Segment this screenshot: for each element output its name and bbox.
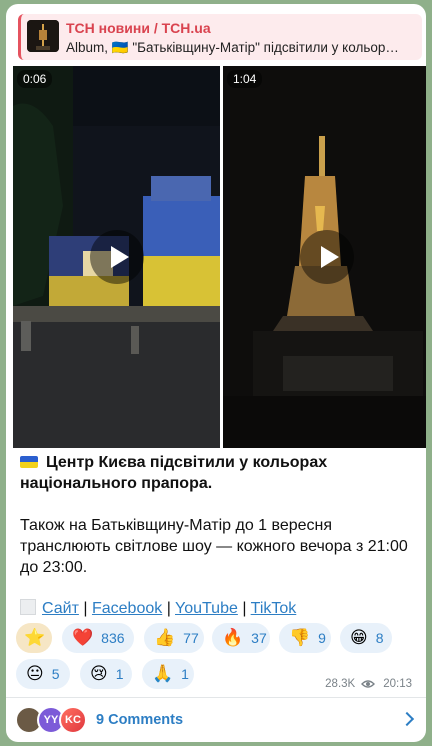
comments-button[interactable]: YY KC 9 Comments <box>6 698 426 742</box>
link-site[interactable]: Сайт <box>42 600 79 617</box>
reaction-count: 1 <box>181 666 189 682</box>
link-tiktok[interactable]: TikTok <box>251 600 297 617</box>
reaction-neutral[interactable]: 😐 5 <box>16 659 70 689</box>
reply-preview-text: Album, 🇺🇦 "Батьківщину-Матір" підсвітили… <box>66 40 399 55</box>
forwarded-reply-header[interactable]: ТСН новини / TCH.ua Album, 🇺🇦 "Батьківщи… <box>18 14 422 60</box>
reaction-grin[interactable]: 😁 8 <box>340 623 392 653</box>
reaction-count: 77 <box>183 630 199 646</box>
post-headline: Центр Києва підсвітили у кольорах націон… <box>20 452 420 494</box>
link-separator: | <box>83 600 88 617</box>
reaction-fire[interactable]: 🔥 37 <box>212 623 270 653</box>
reaction-pray[interactable]: 🙏 1 <box>142 659 194 689</box>
thumbs-up-icon: 👍 <box>154 627 176 648</box>
reaction-count: 9 <box>318 630 326 646</box>
heart-icon: ❤️ <box>72 627 94 648</box>
social-links: Сайт | Facebook | YouTube | TikTok <box>20 599 296 618</box>
link-bullet-icon <box>20 599 36 615</box>
thumbs-down-icon: 👎 <box>289 627 311 648</box>
message-meta: 28.3K 20:13 <box>325 678 412 690</box>
crying-face-icon: 😢 <box>90 663 108 684</box>
play-icon[interactable] <box>89 230 144 284</box>
video-thumbnail-kyiv-center[interactable]: 0:06 <box>13 66 220 448</box>
post-text: Центр Києва підсвітили у кольорах націон… <box>20 452 420 578</box>
reaction-count: 1 <box>115 666 124 682</box>
reply-thumbnail <box>27 20 59 52</box>
fire-icon: 🔥 <box>222 627 244 648</box>
reaction-star[interactable]: ⭐ <box>16 623 52 653</box>
grin-icon: 😁 <box>350 627 368 648</box>
link-separator: | <box>242 600 247 617</box>
reaction-count: 37 <box>251 630 267 646</box>
post-body: Також на Батьківщину-Матір до 1 вересня … <box>20 517 408 576</box>
reaction-heart[interactable]: ❤️ 836 <box>62 623 134 653</box>
reaction-thumbs-down[interactable]: 👎 9 <box>279 623 331 653</box>
reaction-count: 836 <box>101 630 125 646</box>
praying-hands-icon: 🙏 <box>152 663 174 684</box>
message-time: 20:13 <box>383 678 412 690</box>
link-youtube[interactable]: YouTube <box>175 600 238 617</box>
link-facebook[interactable]: Facebook <box>92 600 162 617</box>
message-bubble: ТСН новини / TCH.ua Album, 🇺🇦 "Батьківщи… <box>6 4 426 742</box>
reply-sender-name: ТСН новини / TCH.ua <box>66 20 211 36</box>
comments-label: 9 Comments <box>96 712 184 728</box>
video-thumbnail-motherland-monument[interactable]: 1:04 <box>223 66 426 448</box>
avatar: KC <box>59 706 87 734</box>
eye-icon <box>361 680 376 688</box>
ukraine-flag-icon <box>20 456 38 468</box>
reaction-count: 5 <box>51 666 60 682</box>
chevron-right-icon <box>399 711 415 727</box>
play-icon[interactable] <box>300 230 354 284</box>
video-duration: 0:06 <box>17 70 53 88</box>
headline-text: Центр Києва підсвітили у кольорах націон… <box>20 454 328 492</box>
star-icon: ⭐ <box>24 627 46 648</box>
reaction-cry[interactable]: 😢 1 <box>80 659 132 689</box>
neutral-face-icon: 😐 <box>26 663 44 684</box>
reaction-thumbs-up[interactable]: 👍 77 <box>144 623 204 653</box>
reaction-count: 8 <box>375 630 384 646</box>
link-separator: | <box>166 600 171 617</box>
view-count: 28.3K <box>325 678 356 690</box>
video-duration: 1:04 <box>227 70 263 88</box>
